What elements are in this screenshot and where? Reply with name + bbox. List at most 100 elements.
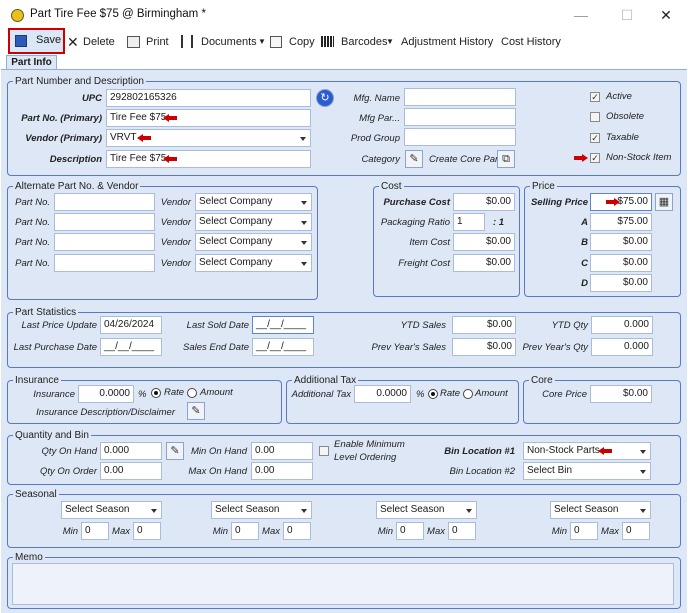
prev-year-sales-input[interactable]: $0.00 [452, 338, 516, 356]
create-core-part-label: Create Core Part [429, 154, 501, 165]
insurance-rate-radio[interactable] [151, 388, 161, 398]
selling-price-label: Selling Price [530, 197, 588, 208]
alt-part-input[interactable] [54, 254, 155, 272]
insurance-amount-radio[interactable] [187, 388, 197, 398]
quantity-bin-legend: Quantity and Bin [13, 430, 91, 441]
maximize-button[interactable]: ☐ [612, 4, 642, 26]
insurance-legend: Insurance [13, 375, 61, 386]
season-min-input[interactable]: 0 [570, 522, 598, 540]
selling-price-input[interactable]: $75.00 [590, 193, 652, 211]
printer-icon [127, 36, 140, 48]
memo-textarea[interactable] [12, 563, 674, 605]
active-checkbox[interactable]: ✓ [590, 92, 600, 102]
min-on-hand-input[interactable]: 0.00 [251, 442, 313, 460]
alt-vendor-label: Vendor [160, 237, 191, 248]
price-d-input[interactable]: $0.00 [590, 274, 652, 292]
description-input[interactable]: Tire Fee $75 [106, 150, 311, 168]
barcodes-dropdown-icon[interactable]: ▼ [386, 30, 394, 54]
bin-location-1-value: Non-Stock Parts [527, 445, 600, 456]
prev-year-qty-input[interactable]: 0.000 [591, 338, 653, 356]
bin-location-1-select[interactable]: Non-Stock Parts [523, 442, 651, 460]
tab-part-info[interactable]: Part Info [6, 55, 57, 70]
alt-part-input[interactable] [54, 213, 155, 231]
qty-on-hand-input[interactable]: 0.000 [100, 442, 162, 460]
category-edit-icon[interactable]: ✎ [405, 150, 423, 168]
alt-part-input[interactable] [54, 193, 155, 211]
obsolete-checkbox[interactable] [590, 112, 600, 122]
mfg-part-input[interactable] [404, 108, 516, 126]
nonstock-checkbox[interactable]: ✓ [590, 153, 600, 163]
tax-amount-radio[interactable] [463, 389, 473, 399]
season-max-input[interactable]: 0 [133, 522, 161, 540]
core-price-input[interactable]: $0.00 [590, 385, 652, 403]
qty-edit-icon[interactable]: ✎ [166, 442, 184, 460]
documents-dropdown-icon[interactable]: ▼ [258, 30, 266, 54]
alt-vendor-select[interactable]: Select Company [195, 254, 312, 272]
prod-group-input[interactable] [404, 128, 516, 146]
season-select[interactable]: Select Season [550, 501, 651, 519]
create-core-part-icon[interactable]: ⧉ [497, 150, 515, 168]
freight-cost-input[interactable]: $0.00 [453, 254, 515, 272]
price-legend: Price [530, 181, 557, 192]
taxable-checkbox[interactable]: ✓ [590, 133, 600, 143]
season-max-input[interactable]: 0 [283, 522, 311, 540]
save-button[interactable]: Save [8, 28, 65, 54]
documents-button[interactable]: Documents [201, 30, 257, 54]
additional-tax-label: Additional Tax [291, 389, 351, 400]
last-purchase-input[interactable]: __/__/____ [100, 338, 162, 356]
alt-vendor-select[interactable]: Select Company [195, 193, 312, 211]
season-min-input[interactable]: 0 [231, 522, 259, 540]
max-on-hand-input[interactable]: 0.00 [251, 462, 313, 480]
item-cost-input[interactable]: $0.00 [453, 233, 515, 251]
tax-rate-radio[interactable] [428, 389, 438, 399]
minimize-button[interactable]: — [566, 4, 596, 26]
price-b-input[interactable]: $0.00 [590, 233, 652, 251]
last-price-update-label: Last Price Update [21, 320, 97, 331]
ytd-qty-input[interactable]: 0.000 [591, 316, 653, 334]
packaging-ratio-input[interactable]: 1 [453, 213, 485, 231]
season-max-input[interactable]: 0 [622, 522, 650, 540]
upc-input[interactable]: 292802165326 [106, 89, 311, 107]
sales-end-input[interactable]: __/__/____ [252, 338, 314, 356]
selling-price-value: $75.00 [617, 196, 648, 207]
insurance-input[interactable]: 0.0000 [78, 385, 134, 403]
close-button[interactable]: ✕ [651, 4, 681, 26]
cost-history-button[interactable]: Cost History [501, 30, 561, 54]
calculator-icon[interactable]: ▦ [655, 193, 673, 211]
bin-location-2-select[interactable]: Select Bin [523, 462, 651, 480]
price-a-input[interactable]: $75.00 [590, 213, 652, 231]
adjustment-history-button[interactable]: Adjustment History [401, 30, 493, 54]
season-select[interactable]: Select Season [376, 501, 477, 519]
season-min-input[interactable]: 0 [396, 522, 424, 540]
red-arrow-icon [598, 447, 612, 455]
barcodes-button[interactable]: Barcodes [341, 30, 387, 54]
print-button[interactable]: Print [146, 30, 169, 54]
last-sold-input[interactable]: __/__/____ [252, 316, 314, 334]
part-primary-value: Tire Fee $75 [110, 112, 167, 123]
price-c-input[interactable]: $0.00 [590, 254, 652, 272]
insurance-edit-icon[interactable]: ✎ [187, 402, 205, 420]
season-select[interactable]: Select Season [211, 501, 312, 519]
alt-vendor-select[interactable]: Select Company [195, 233, 312, 251]
alt-part-input[interactable] [54, 233, 155, 251]
season-select[interactable]: Select Season [61, 501, 162, 519]
season-min-input[interactable]: 0 [81, 522, 109, 540]
alt-vendor-select[interactable]: Select Company [195, 213, 312, 231]
mfg-name-input[interactable] [404, 88, 516, 106]
part-primary-input[interactable]: Tire Fee $75 [106, 109, 311, 127]
delete-button[interactable]: Delete [83, 30, 115, 54]
copy-icon [270, 36, 282, 48]
additional-tax-input[interactable]: 0.0000 [354, 385, 411, 403]
alternate-legend: Alternate Part No. & Vendor [13, 181, 141, 192]
red-arrow-icon [606, 198, 620, 206]
enable-min-level-checkbox[interactable] [319, 446, 329, 456]
seasonal-legend: Seasonal [13, 489, 59, 500]
ytd-sales-input[interactable]: $0.00 [452, 316, 516, 334]
season-max-input[interactable]: 0 [448, 522, 476, 540]
purchase-cost-input[interactable]: $0.00 [453, 193, 515, 211]
last-price-update-input[interactable]: 04/26/2024 [100, 316, 162, 334]
lookup-icon[interactable]: ↻ [316, 89, 334, 107]
qty-on-order-input[interactable]: 0.00 [100, 462, 162, 480]
enable-min-level-label-2: Level Ordering [334, 452, 397, 463]
copy-button[interactable]: Copy [289, 30, 315, 54]
